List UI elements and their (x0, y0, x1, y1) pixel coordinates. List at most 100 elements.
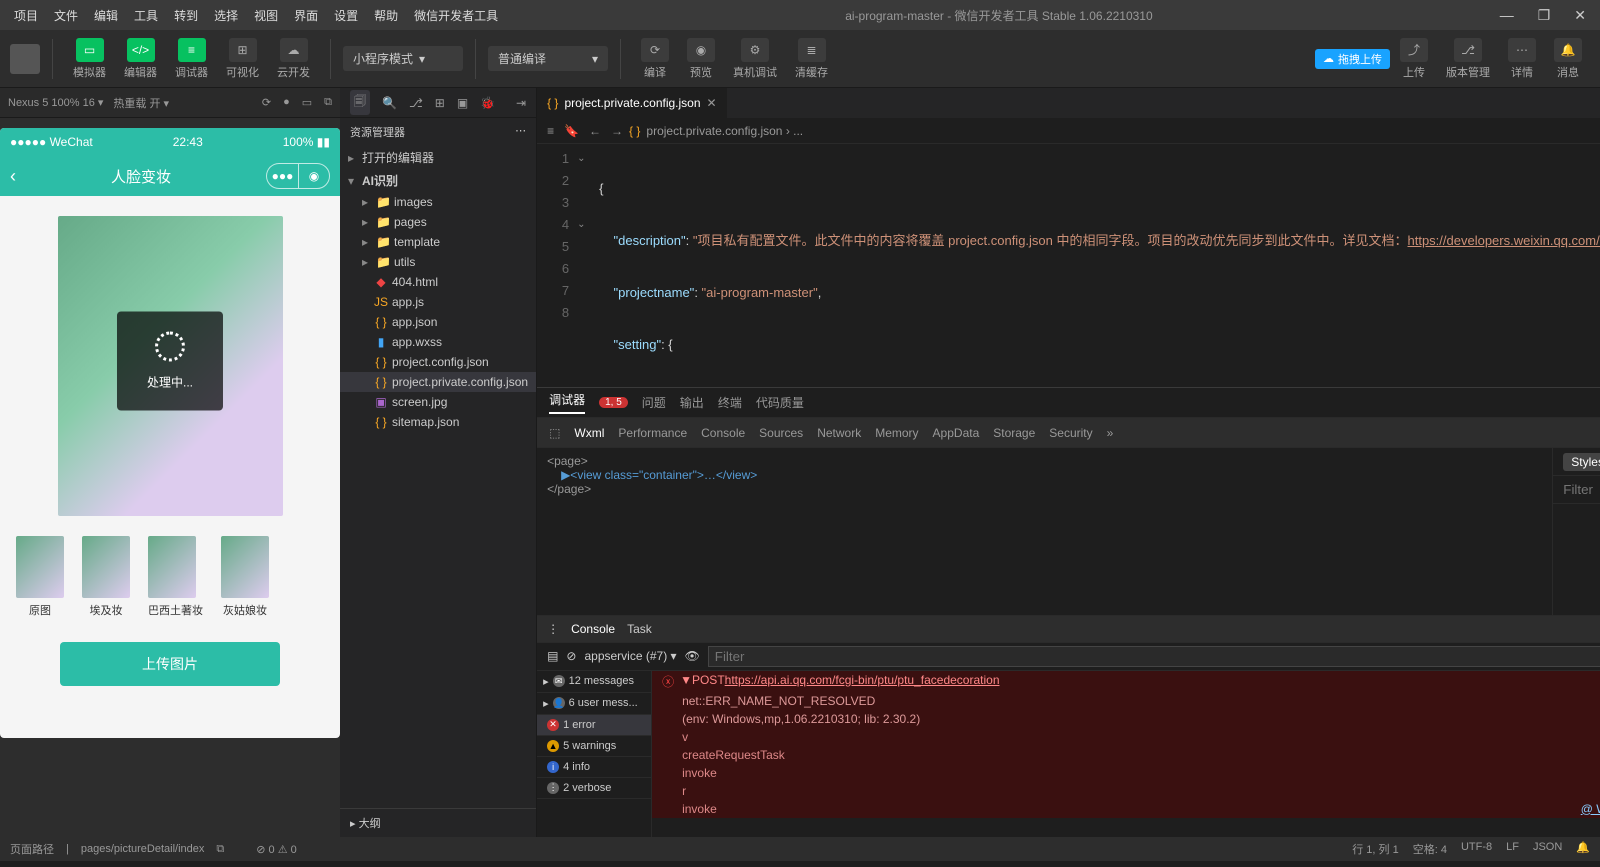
menu-wechat-devtools[interactable]: 微信开发者工具 (408, 5, 504, 26)
folder-images[interactable]: ▸📁images (340, 192, 536, 212)
wxml-tree[interactable]: <page> ▶<view class="container">…</view>… (537, 448, 1552, 615)
editor-toggle[interactable]: </>编辑器 (116, 34, 165, 84)
minimize-icon[interactable]: — (1494, 7, 1520, 24)
page-path[interactable]: pages/pictureDetail/index (81, 843, 205, 855)
msgs-warnings[interactable]: ▲5 warnings (537, 736, 651, 757)
file-screen[interactable]: ▣screen.jpg (340, 392, 536, 412)
version-button[interactable]: ⎇版本管理 (1438, 34, 1498, 84)
problems-count[interactable]: ⊘ 0 ⚠ 0 (256, 843, 296, 856)
file-projpriv[interactable]: { }project.private.config.json (340, 372, 536, 392)
capsule-menu-icon[interactable]: ●●● (266, 163, 298, 189)
language-mode[interactable]: JSON (1533, 841, 1562, 857)
file-appjs[interactable]: JSapp.js (340, 292, 536, 312)
menu-settings[interactable]: 设置 (328, 5, 364, 26)
search-icon[interactable]: 🔍 (382, 96, 397, 110)
folder-utils[interactable]: ▸📁utils (340, 252, 536, 272)
message-button[interactable]: 🔔消息 (1546, 34, 1590, 84)
bc-bookmark-icon[interactable]: 🔖 (564, 124, 579, 138)
thumb-egypt[interactable]: 埃及妆 (82, 536, 130, 618)
collapse-icon[interactable]: ⇥ (516, 96, 526, 110)
upload-image-button[interactable]: 上传图片 (60, 642, 280, 686)
notifications-icon[interactable]: 🔔 (1576, 841, 1590, 857)
menu-edit[interactable]: 编辑 (88, 5, 124, 26)
tab-output[interactable]: 输出 (680, 394, 704, 411)
tab-problems[interactable]: 问题 (642, 394, 666, 411)
sim-phone-icon[interactable]: ▭ (302, 96, 312, 109)
devtab-console[interactable]: Console (701, 426, 745, 440)
files-icon[interactable]: 🗐 (350, 90, 370, 115)
menu-tools[interactable]: 工具 (128, 5, 164, 26)
branch-icon[interactable]: ⎇ (409, 96, 423, 110)
explorer-more-icon[interactable]: ⋯ (515, 124, 526, 140)
remote-debug-button[interactable]: ⚙真机调试 (725, 34, 785, 84)
cloud-toggle[interactable]: ☁云开发 (269, 34, 318, 84)
msgs-user[interactable]: ▸👤6 user mess... (537, 693, 651, 715)
preview-button[interactable]: ◉预览 (679, 34, 723, 84)
file-projconfig[interactable]: { }project.config.json (340, 352, 536, 372)
tab-terminal[interactable]: 终端 (718, 394, 742, 411)
clear-cache-button[interactable]: ≣清缓存 (787, 34, 836, 84)
devtab-wxml[interactable]: Wxml (574, 426, 604, 440)
eye-icon[interactable]: 👁 (685, 649, 700, 663)
menu-file[interactable]: 文件 (48, 5, 84, 26)
close-icon[interactable]: ✕ (1568, 7, 1592, 24)
menu-help[interactable]: 帮助 (368, 5, 404, 26)
devtab-network[interactable]: Network (817, 426, 861, 440)
menu-interface[interactable]: 界面 (288, 5, 324, 26)
msgs-verbose[interactable]: ⋮2 verbose (537, 778, 651, 799)
menu-goto[interactable]: 转到 (168, 5, 204, 26)
devtab-performance[interactable]: Performance (618, 426, 687, 440)
tab-close-icon[interactable]: ✕ (707, 96, 717, 110)
devtab-security[interactable]: Security (1049, 426, 1092, 440)
msgs-all[interactable]: ▸✉12 messages (537, 671, 651, 693)
device-select[interactable]: Nexus 5 100% 16 ▾ (8, 96, 103, 109)
folder-pages[interactable]: ▸📁pages (340, 212, 536, 232)
encoding[interactable]: UTF-8 (1461, 841, 1492, 857)
bc-lines-icon[interactable]: ≡ (547, 124, 554, 138)
detail-button[interactable]: ⋯详情 (1500, 34, 1544, 84)
subtab-console[interactable]: Console (571, 622, 615, 636)
visual-toggle[interactable]: ⊞可视化 (218, 34, 267, 84)
tab-quality[interactable]: 代码质量 (756, 394, 804, 411)
debug-icon[interactable]: 🐞 (480, 96, 495, 110)
devtab-memory[interactable]: Memory (875, 426, 918, 440)
bc-forward-icon[interactable]: → (611, 124, 623, 138)
file-404[interactable]: ◆404.html (340, 272, 536, 292)
capsule-close-icon[interactable]: ◉ (298, 163, 330, 189)
compile-dropdown[interactable]: 普通编译▾ (488, 46, 608, 71)
inspect-icon[interactable]: ⬚ (549, 426, 560, 440)
upload-button[interactable]: ⤴上传 (1392, 34, 1436, 84)
console-menu-icon[interactable]: ⋮ (547, 622, 559, 636)
file-appwxss[interactable]: ▮app.wxss (340, 332, 536, 352)
subtab-task[interactable]: Task (627, 622, 652, 636)
extensions-icon[interactable]: ▣ (457, 96, 468, 110)
sim-external-icon[interactable]: ⧉ (324, 96, 332, 109)
menu-select[interactable]: 选择 (208, 5, 244, 26)
maximize-icon[interactable]: ❐ (1532, 7, 1557, 24)
sim-record-icon[interactable]: ● (283, 96, 290, 109)
file-appjson[interactable]: { }app.json (340, 312, 536, 332)
sim-refresh-icon[interactable]: ⟳ (262, 96, 271, 109)
outline-section[interactable]: ▸ 大纲 (340, 808, 536, 837)
style-filter-input[interactable] (1563, 482, 1600, 497)
thumb-cinderella[interactable]: 灰姑娘妆 (221, 536, 269, 618)
copy-path-icon[interactable]: ⧉ (216, 843, 224, 856)
open-editors-section[interactable]: ▸打开的编辑器 (340, 146, 536, 169)
bc-back-icon[interactable]: ← (589, 124, 601, 138)
menu-project[interactable]: 项目 (8, 5, 44, 26)
simulator-toggle[interactable]: ▭模拟器 (65, 34, 114, 84)
file-sitemap[interactable]: { }sitemap.json (340, 412, 536, 432)
hot-reload-toggle[interactable]: 热重载 开 ▾ (113, 95, 169, 111)
console-sidebar-icon[interactable]: ▤ (547, 649, 558, 663)
msgs-info[interactable]: i4 info (537, 757, 651, 778)
devtab-appdata[interactable]: AppData (933, 426, 980, 440)
devtab-storage[interactable]: Storage (993, 426, 1035, 440)
thumb-original[interactable]: 原图 (16, 536, 64, 618)
indent-setting[interactable]: 空格: 4 (1413, 841, 1447, 857)
debugger-toggle[interactable]: ≡调试器 (167, 34, 216, 84)
eol[interactable]: LF (1506, 841, 1519, 857)
tab-debugger[interactable]: 调试器 (549, 391, 585, 414)
mode-dropdown[interactable]: 小程序模式▾ (343, 46, 463, 71)
code-editor[interactable]: 12345678 ⌄⌄ { "description": "项目私有配置文件。此… (537, 144, 1600, 387)
user-avatar[interactable] (10, 44, 40, 74)
